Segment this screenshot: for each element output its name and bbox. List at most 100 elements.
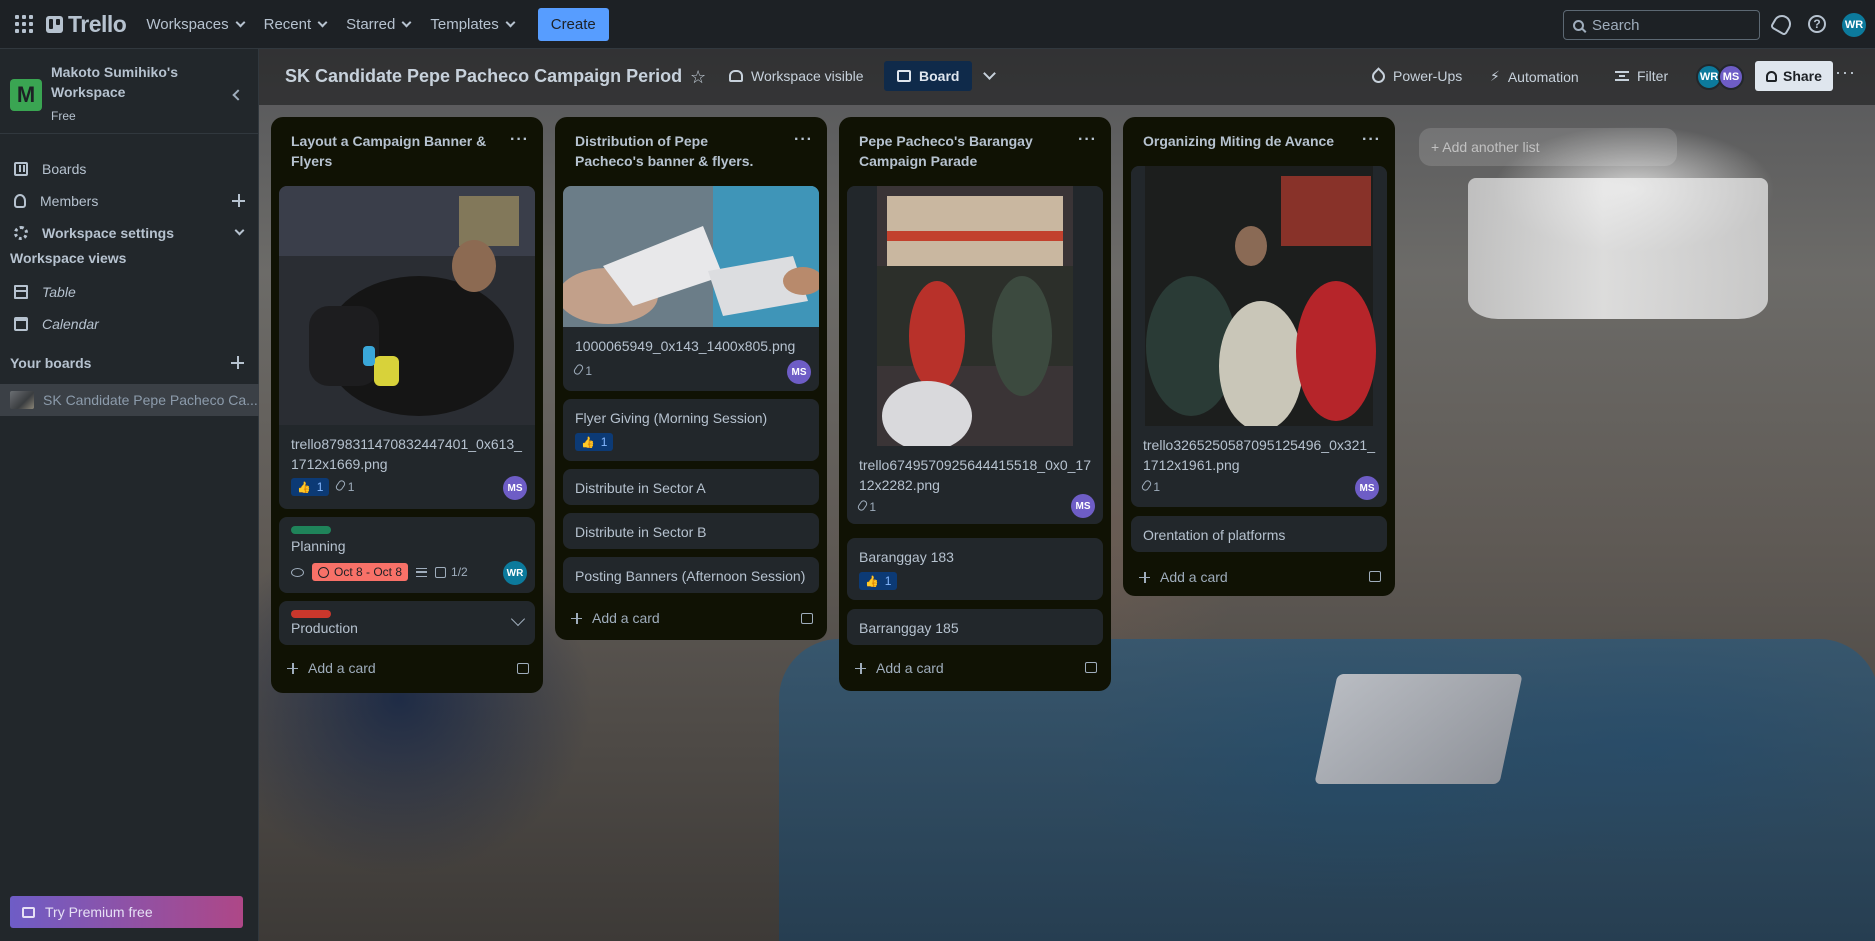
card[interactable]: Orentation of platforms bbox=[1131, 516, 1387, 552]
sidebar-board-item[interactable]: SK Candidate Pepe Pacheco Ca... bbox=[0, 384, 259, 416]
card-badges: 1 bbox=[1140, 478, 1160, 494]
board-title[interactable]: SK Candidate Pepe Pacheco Campaign Perio… bbox=[285, 66, 682, 87]
background-photo-lamp bbox=[1468, 178, 1768, 319]
attachments-badge: 1 bbox=[856, 498, 876, 514]
collapse-sidebar-icon[interactable] bbox=[232, 89, 244, 101]
card[interactable]: Posting Banners (Afternoon Session) bbox=[563, 557, 819, 593]
list-title[interactable]: Pepe Pacheco's Barangay Campaign Parade bbox=[859, 131, 1059, 171]
checklist-icon bbox=[435, 566, 447, 578]
sidebar-item-workspace-settings[interactable]: Workspace settings bbox=[0, 217, 259, 249]
card[interactable]: Production bbox=[279, 601, 535, 645]
board-thumbnail bbox=[10, 391, 34, 409]
card[interactable]: trello3265250587095125496_0x321_1712x196… bbox=[1131, 166, 1387, 507]
nav-starred[interactable]: Starred bbox=[346, 16, 412, 33]
gear-icon bbox=[14, 226, 28, 240]
add-card-button[interactable]: Add a card bbox=[1131, 562, 1331, 592]
app-switcher-icon[interactable] bbox=[12, 12, 36, 36]
list-title[interactable]: Distribution of Pepe Pacheco's banner & … bbox=[575, 131, 775, 171]
list-menu-icon[interactable]: ··· bbox=[510, 131, 529, 149]
card-title: 1000065949_0x143_1400x805.png bbox=[575, 338, 796, 354]
card[interactable]: trello8798311470832447401_0x613_1712x166… bbox=[279, 186, 535, 509]
likes-badge[interactable]: 👍 1 bbox=[291, 478, 330, 496]
card[interactable]: Planning Oct 8 - Oct 8 1/2 WR bbox=[279, 517, 535, 593]
card-title: Production bbox=[291, 620, 358, 636]
trello-logo[interactable]: Trello bbox=[46, 11, 127, 38]
card[interactable]: Flyer Giving (Morning Session) 👍 1 bbox=[563, 399, 819, 461]
attachments-badge: 1 bbox=[1140, 478, 1160, 494]
card-member-avatar[interactable]: MS bbox=[1071, 494, 1095, 518]
card-member-avatar[interactable]: MS bbox=[787, 360, 811, 384]
card[interactable]: 1000065949_0x143_1400x805.png 1 MS bbox=[563, 186, 819, 391]
list-title[interactable]: Organizing Miting de Avance bbox=[1143, 131, 1343, 151]
board-header: SK Candidate Pepe Pacheco Campaign Perio… bbox=[259, 49, 1875, 105]
sidebar-item-calendar[interactable]: Calendar bbox=[0, 308, 259, 340]
card-title: Flyer Giving (Morning Session) bbox=[575, 410, 768, 426]
card[interactable]: Distribute in Sector A bbox=[563, 469, 819, 505]
trello-mark-icon bbox=[46, 15, 63, 33]
chevron-down-icon[interactable] bbox=[983, 67, 996, 80]
list-title[interactable]: Layout a Campaign Banner & Flyers bbox=[291, 131, 491, 171]
card-title: Baranggay 183 bbox=[859, 549, 954, 565]
add-card-button[interactable]: Add a card bbox=[847, 653, 1047, 683]
help-icon[interactable]: ? bbox=[1808, 15, 1826, 33]
create-from-template-icon[interactable] bbox=[801, 613, 813, 624]
card-title: Posting Banners (Afternoon Session) bbox=[575, 568, 806, 584]
board-view-button[interactable]: Board bbox=[884, 61, 973, 91]
nav-workspaces[interactable]: Workspaces bbox=[146, 16, 246, 33]
power-ups-button[interactable]: Power-Ups bbox=[1369, 66, 1462, 86]
plus-icon bbox=[855, 662, 866, 674]
create-from-template-icon[interactable] bbox=[517, 663, 529, 674]
nav-templates[interactable]: Templates bbox=[430, 16, 516, 33]
table-icon bbox=[14, 285, 28, 299]
try-premium-button[interactable]: Try Premium free bbox=[10, 896, 243, 928]
card-badges: 1 bbox=[572, 362, 592, 378]
create-from-template-icon[interactable] bbox=[1369, 571, 1381, 582]
nav-recent[interactable]: Recent bbox=[264, 16, 328, 33]
list: Layout a Campaign Banner & Flyers ··· tr… bbox=[271, 117, 543, 693]
member-avatar[interactable]: MS bbox=[1718, 64, 1744, 90]
premium-icon bbox=[22, 906, 35, 918]
sidebar-item-members[interactable]: Members bbox=[0, 185, 259, 217]
card-cover-image bbox=[563, 186, 819, 327]
list-menu-icon[interactable]: ··· bbox=[794, 131, 813, 149]
account-avatar[interactable]: WR bbox=[1842, 13, 1866, 37]
card[interactable]: trello6749570925644415518_0x0_1712x2282.… bbox=[847, 186, 1103, 524]
sidebar-item-table[interactable]: Table bbox=[0, 276, 259, 308]
card-member-avatar[interactable]: MS bbox=[503, 476, 527, 500]
card-member-avatar[interactable]: MS bbox=[1355, 476, 1379, 500]
create-from-template-icon[interactable] bbox=[1085, 662, 1097, 673]
list-menu-icon[interactable]: ··· bbox=[1362, 131, 1381, 149]
notifications-icon[interactable] bbox=[1769, 11, 1795, 37]
create-button[interactable]: Create bbox=[537, 7, 609, 41]
board-icon bbox=[14, 162, 28, 176]
card-title: trello6749570925644415518_0x0_1712x2282.… bbox=[859, 457, 1091, 493]
star-icon[interactable]: ☆ bbox=[690, 67, 706, 88]
card-label-red[interactable] bbox=[291, 610, 331, 618]
add-card-button[interactable]: Add a card bbox=[563, 603, 763, 633]
card-title: trello3265250587095125496_0x321_1712x196… bbox=[1143, 437, 1375, 473]
card-title: Planning bbox=[291, 538, 346, 554]
add-card-button[interactable]: Add a card bbox=[279, 653, 479, 683]
card[interactable]: Barranggay 185 bbox=[847, 609, 1103, 645]
likes-badge[interactable]: 👍 1 bbox=[575, 433, 614, 451]
workspace-logo: M bbox=[10, 79, 42, 111]
filter-button[interactable]: Filter bbox=[1615, 68, 1668, 84]
likes-badge[interactable]: 👍 1 bbox=[859, 572, 898, 590]
card[interactable]: Baranggay 183 👍 1 bbox=[847, 538, 1103, 600]
share-button[interactable]: Share bbox=[1755, 61, 1833, 91]
card-member-avatar[interactable]: WR bbox=[503, 561, 527, 585]
card-label-green[interactable] bbox=[291, 526, 331, 534]
search-input[interactable]: Search bbox=[1563, 10, 1760, 40]
more-icon[interactable]: ··· bbox=[1835, 62, 1856, 83]
card-badges: Oct 8 - Oct 8 1/2 bbox=[291, 563, 468, 581]
sidebar-item-boards[interactable]: Boards bbox=[0, 153, 259, 185]
automation-button[interactable]: ⚡ Automation bbox=[1490, 68, 1579, 85]
due-date-badge[interactable]: Oct 8 - Oct 8 bbox=[312, 563, 409, 581]
add-board-icon[interactable] bbox=[231, 356, 244, 369]
visibility-button[interactable]: Workspace visible bbox=[729, 68, 864, 84]
card-title: Orentation of platforms bbox=[1143, 527, 1286, 543]
card[interactable]: Distribute in Sector B bbox=[563, 513, 819, 549]
list-menu-icon[interactable]: ··· bbox=[1078, 131, 1097, 149]
add-list-button[interactable]: + Add another list bbox=[1419, 128, 1677, 166]
add-member-icon[interactable] bbox=[232, 194, 245, 207]
